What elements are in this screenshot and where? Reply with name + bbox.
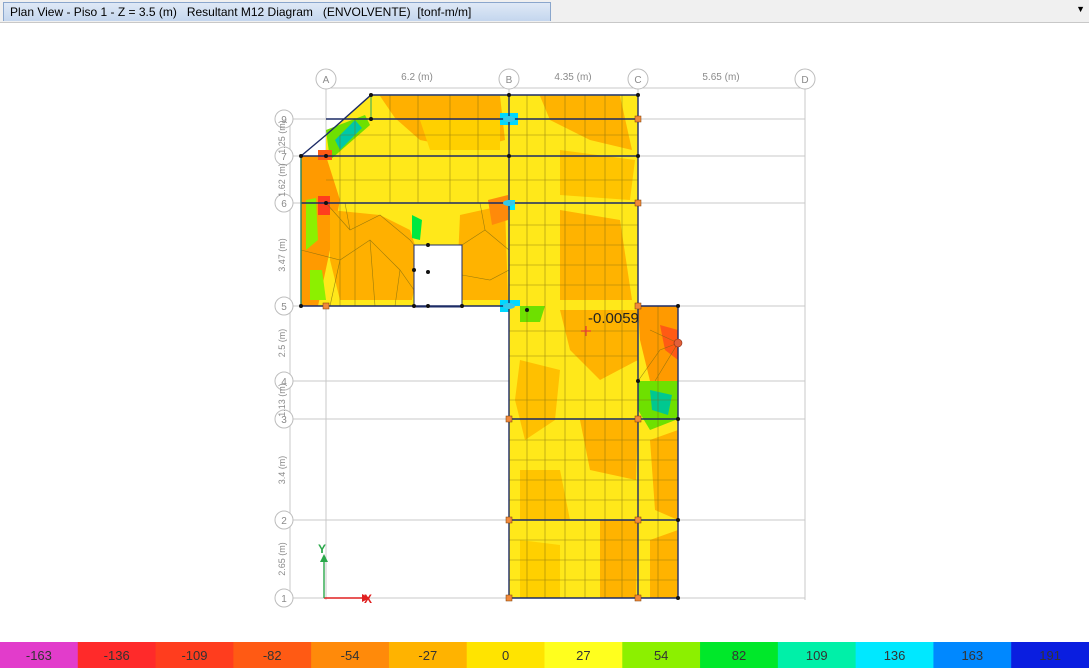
dim-x-2: 4.35 (m) xyxy=(554,72,591,83)
grid-label-c: C xyxy=(634,75,641,86)
tab-plan-view[interactable]: Plan View - Piso 1 - Z = 3.5 (m) Resulta… xyxy=(3,2,551,21)
legend-label: 136 xyxy=(884,648,906,663)
legend-label: 54 xyxy=(654,648,668,663)
color-legend: -163 -136 -109 -82 -54 -27 0 27 54 82 109 136 163 191 xyxy=(0,642,1089,668)
legend-label: 109 xyxy=(806,648,828,663)
point-value-label: -0.0059 xyxy=(588,310,639,327)
legend-label: -109 xyxy=(181,648,207,663)
dim-x-1: 6.2 (m) xyxy=(401,72,433,83)
slab-contour-lower xyxy=(509,306,678,598)
legend-label: 82 xyxy=(732,648,746,663)
dim-y-3: 3.47 (m) xyxy=(277,238,287,272)
legend-label: 0 xyxy=(502,648,509,663)
dim-y-4: 2.5 (m) xyxy=(277,329,287,358)
dim-x-3: 5.65 (m) xyxy=(702,72,739,83)
dim-y-6: 3.4 (m) xyxy=(277,456,287,485)
legend-label: -54 xyxy=(341,648,360,663)
legend-label: 191 xyxy=(1039,648,1061,663)
legend-label: -27 xyxy=(418,648,437,663)
legend-label: 163 xyxy=(961,648,983,663)
dim-y-5: 1.13 (m) xyxy=(277,383,287,417)
grid-label-a: A xyxy=(323,75,330,86)
legend-label: 27 xyxy=(576,648,590,663)
axis-y-label: Y xyxy=(318,542,326,556)
grid-label-d: D xyxy=(801,75,808,86)
dim-y-2: 1.62 (m) xyxy=(277,163,287,197)
point-marker[interactable] xyxy=(673,338,683,348)
grid-label-b: B xyxy=(506,75,513,86)
axis-x-label: X xyxy=(364,592,372,606)
plan-view-canvas[interactable]: A B C D 6.2 (m) 4.35 (m) 5.65 (m) 9 7 6 … xyxy=(0,22,1089,642)
legend-label: -82 xyxy=(263,648,282,663)
axis-triad xyxy=(320,554,370,602)
grid-label-1: 1 xyxy=(281,594,287,605)
tab-strip: Plan View - Piso 1 - Z = 3.5 (m) Resulta… xyxy=(0,0,1089,23)
legend-bands xyxy=(0,642,1089,668)
dim-y-7: 2.65 (m) xyxy=(277,542,287,576)
chevron-down-icon[interactable]: ▼ xyxy=(1076,4,1085,14)
legend-label: -136 xyxy=(104,648,130,663)
grid-label-2: 2 xyxy=(281,516,287,527)
grid-label-5: 5 xyxy=(281,302,287,313)
legend-label: -163 xyxy=(26,648,52,663)
grid-label-6: 6 xyxy=(281,199,287,210)
dim-y-1: 1.25 (m) xyxy=(277,120,287,154)
